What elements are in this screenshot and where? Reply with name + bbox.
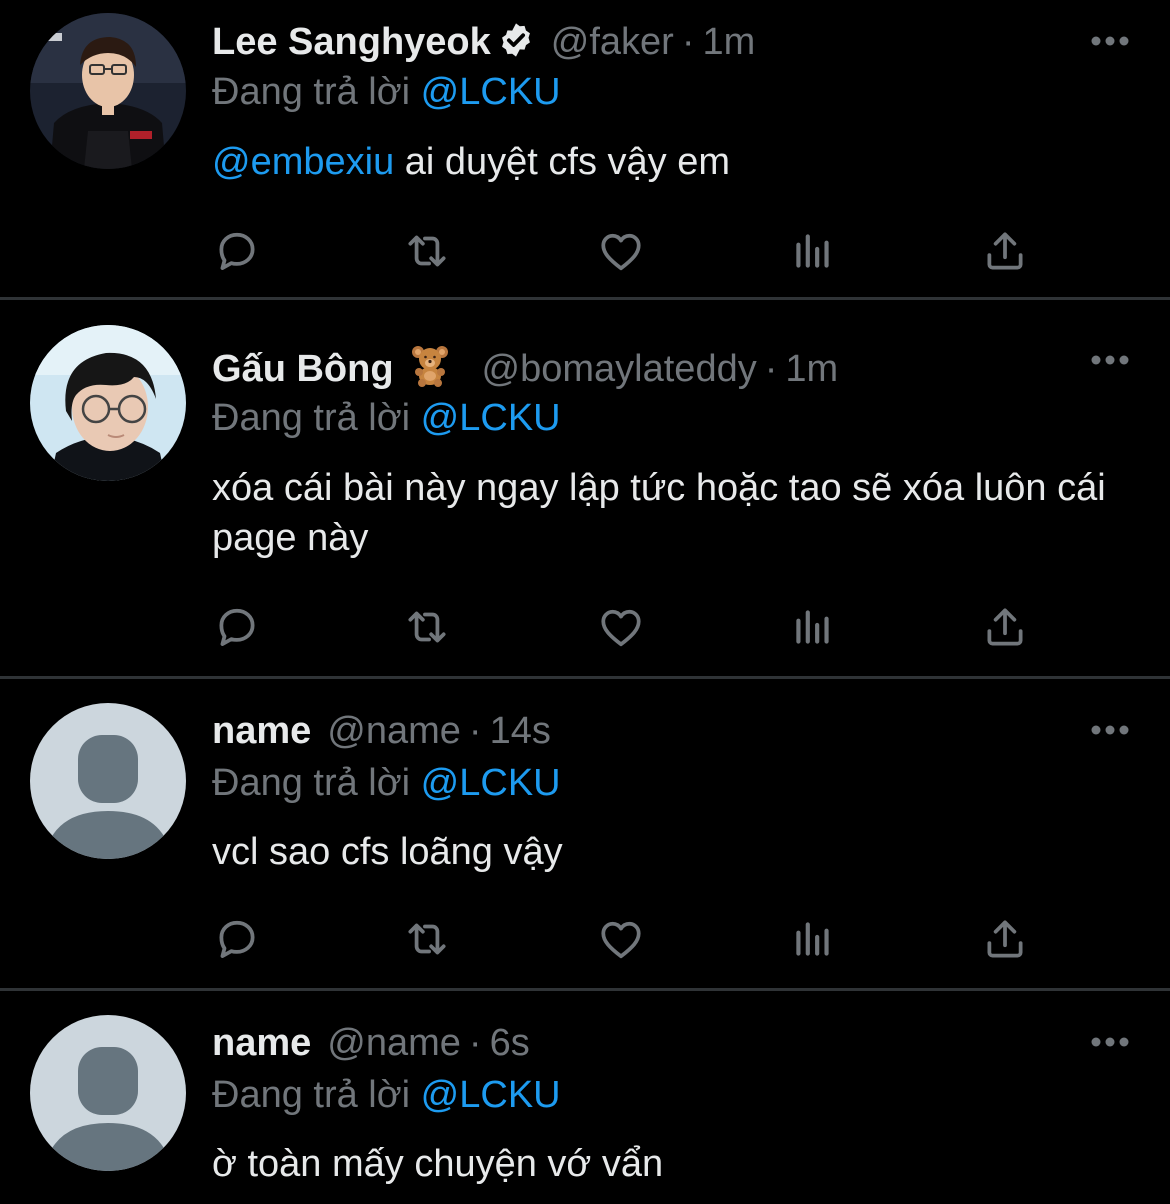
reply-icon (219, 920, 255, 958)
tweet-text-content: ai duyệt cfs vậy em (394, 141, 731, 183)
reply-context: Đang trả lời @LCKU (212, 761, 561, 805)
action-bar (212, 226, 1042, 276)
tweet-text: ờ toàn mấy chuyện vớ vẩn (212, 1143, 664, 1185)
separator-dot: · (468, 1022, 482, 1064)
avatar-photo (30, 13, 186, 169)
like-icon (601, 921, 641, 959)
like-button[interactable] (596, 914, 646, 964)
timestamp[interactable]: 14s (490, 710, 551, 752)
body-mention[interactable]: @embexiu (212, 141, 394, 183)
reply-context: Đang trả lời @LCKU (212, 396, 561, 440)
retweet-button[interactable] (402, 602, 452, 652)
separator-dot: · (681, 21, 695, 63)
like-icon (601, 609, 641, 647)
display-name[interactable]: name (212, 710, 311, 752)
more-horizontal-icon[interactable] (1090, 354, 1130, 366)
default-avatar-icon (30, 703, 186, 859)
handle[interactable]: @name (327, 1022, 461, 1064)
more-horizontal-icon[interactable] (1090, 724, 1130, 736)
timestamp[interactable]: 1m (785, 348, 838, 390)
default-avatar-icon (30, 1015, 186, 1171)
timestamp[interactable]: 6s (490, 1022, 530, 1064)
tweet-text: xóa cái bài này ngay lập tức hoặc tao sẽ… (212, 467, 1106, 559)
action-bar (212, 914, 1042, 964)
more-horizontal-icon[interactable] (1090, 1036, 1130, 1048)
retweet-icon (408, 235, 446, 267)
avatar[interactable] (30, 703, 186, 859)
reply-prefix: Đang trả lời (212, 762, 411, 804)
tweet-4[interactable]: name @name · 6s Đang trả lời @LCKU ờ toàn m… (0, 991, 1170, 1204)
handle[interactable]: @faker (551, 21, 674, 63)
tweet-1[interactable]: Lee Sanghyeok @faker · 1m Đang trả lời @LCK… (0, 0, 1170, 297)
avatar-photo (30, 325, 186, 481)
tweet-text: @embexiu ai duyệt cfs vậy em (212, 137, 1112, 187)
share-button[interactable] (980, 914, 1030, 964)
reply-prefix: Đang trả lời (212, 397, 411, 439)
retweet-button[interactable] (402, 226, 452, 276)
reply-button[interactable] (212, 602, 262, 652)
reply-prefix: Đang trả lời (212, 1074, 411, 1116)
like-button[interactable] (596, 226, 646, 276)
reply-icon (219, 232, 255, 270)
retweet-icon (408, 923, 446, 955)
more-horizontal-icon[interactable] (1090, 35, 1130, 47)
action-bar (212, 602, 1042, 652)
tweet-text: vcl sao cfs loãng vậy (212, 831, 563, 873)
share-button[interactable] (980, 226, 1030, 276)
share-icon (987, 232, 1023, 270)
verified-badge-icon (501, 23, 530, 57)
handle[interactable]: @name (327, 710, 461, 752)
reply-to-mention[interactable]: @LCKU (421, 762, 561, 804)
display-name[interactable]: Gấu Bông (212, 348, 394, 390)
views-button[interactable] (788, 226, 838, 276)
reply-to-mention[interactable]: @LCKU (421, 397, 561, 439)
retweet-button[interactable] (402, 914, 452, 964)
avatar[interactable] (30, 1015, 186, 1171)
teddy-bear-emoji-icon (411, 346, 448, 387)
reply-prefix: Đang trả lời (212, 71, 411, 113)
handle[interactable]: @bomaylateddy (482, 348, 757, 390)
share-button[interactable] (980, 602, 1030, 652)
views-icon (796, 234, 829, 268)
reply-context: Đang trả lời @LCKU (212, 70, 561, 114)
tweet-2[interactable]: Gấu Bông @bomaylateddy · 1m Đang trả lời @L… (0, 300, 1170, 676)
separator-dot: · (468, 710, 482, 752)
tweet-3[interactable]: name @name · 14s Đang trả lời @LCKU vcl sao… (0, 679, 1170, 988)
views-button[interactable] (788, 602, 838, 652)
like-button[interactable] (596, 602, 646, 652)
avatar[interactable] (30, 325, 186, 481)
views-button[interactable] (788, 914, 838, 964)
views-icon (796, 610, 829, 644)
avatar[interactable] (30, 13, 186, 169)
share-icon (987, 608, 1023, 646)
views-icon (796, 922, 829, 956)
display-name[interactable]: Lee Sanghyeok (212, 21, 491, 63)
timestamp[interactable]: 1m (702, 21, 755, 63)
reply-to-mention[interactable]: @LCKU (421, 71, 561, 113)
separator-dot: · (764, 348, 778, 390)
reply-button[interactable] (212, 914, 262, 964)
reply-context: Đang trả lời @LCKU (212, 1073, 561, 1117)
reply-to-mention[interactable]: @LCKU (421, 1074, 561, 1116)
reply-button[interactable] (212, 226, 262, 276)
display-name[interactable]: name (212, 1022, 311, 1064)
reply-icon (219, 608, 255, 646)
retweet-icon (408, 611, 446, 643)
like-icon (601, 233, 641, 271)
share-icon (987, 920, 1023, 958)
